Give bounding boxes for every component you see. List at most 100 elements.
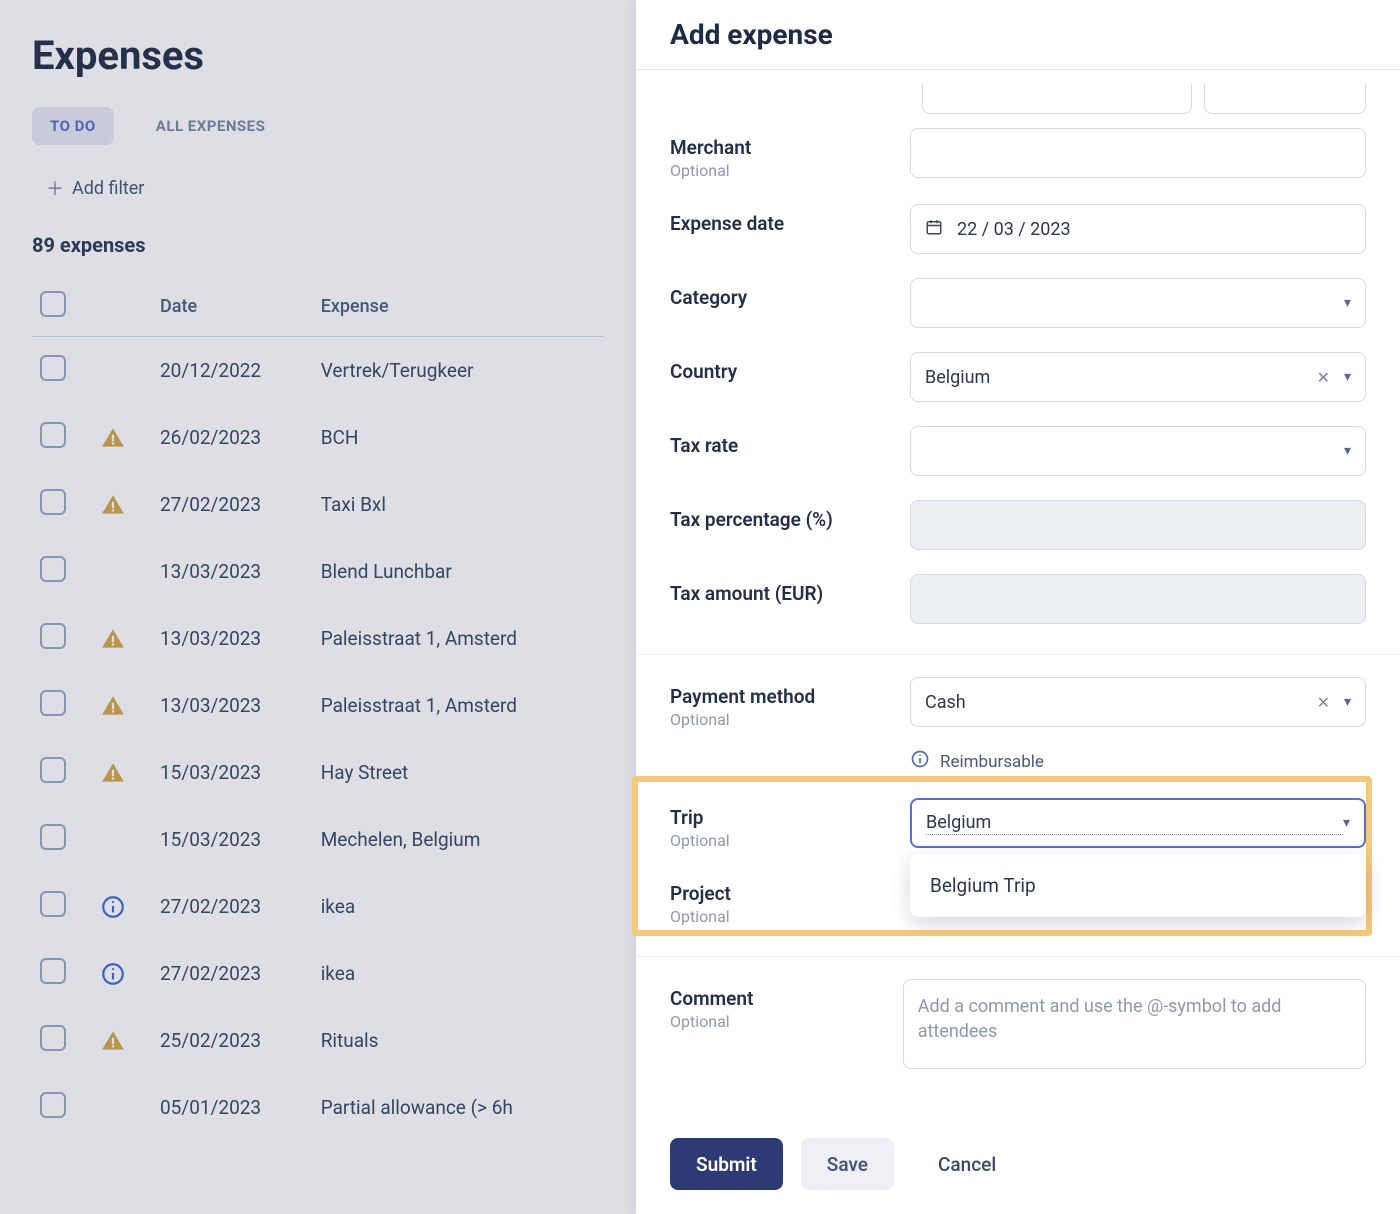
expense-date-label: Expense date <box>670 212 910 235</box>
clear-icon[interactable]: ✕ <box>1317 368 1330 387</box>
row-checkbox[interactable] <box>40 1092 66 1118</box>
add-filter-label: Add filter <box>72 178 144 199</box>
trip-optional: Optional <box>670 831 910 850</box>
tax-amount-label: Tax amount (EUR) <box>670 582 910 605</box>
row-date: 20/12/2022 <box>152 337 313 405</box>
payment-method-optional: Optional <box>670 710 910 729</box>
add-filter-button[interactable]: ＋ Add filter <box>32 165 158 211</box>
row-expense: Paleisstraat 1, Amsterd <box>313 605 604 672</box>
row-checkbox[interactable] <box>40 690 66 716</box>
currency-field-partial[interactable] <box>1204 84 1366 114</box>
chevron-down-icon: ▾ <box>1343 815 1350 831</box>
table-row[interactable]: 05/01/2023Partial allowance (> 6h <box>32 1074 604 1141</box>
row-date: 13/03/2023 <box>152 538 313 605</box>
trip-value: Belgium <box>926 812 1343 835</box>
trip-select[interactable]: Belgium ▾ <box>910 798 1366 848</box>
save-button[interactable]: Save <box>801 1138 894 1190</box>
payment-method-value: Cash <box>925 692 1317 713</box>
table-row[interactable]: 25/02/2023Rituals <box>32 1007 604 1074</box>
comment-optional: Optional <box>670 1012 903 1031</box>
country-select[interactable]: Belgium ✕ ▾ <box>910 352 1366 402</box>
merchant-label: Merchant <box>670 136 910 159</box>
tab-todo[interactable]: TO DO <box>32 107 114 145</box>
table-row[interactable]: 13/03/2023Blend Lunchbar <box>32 538 604 605</box>
row-checkbox[interactable] <box>40 623 66 649</box>
submit-button[interactable]: Submit <box>670 1138 783 1190</box>
clear-icon[interactable]: ✕ <box>1317 693 1330 712</box>
row-checkbox[interactable] <box>40 757 66 783</box>
row-date: 27/02/2023 <box>152 940 313 1007</box>
expense-date-value: 22 / 03 / 2023 <box>957 219 1071 240</box>
row-checkbox[interactable] <box>40 489 66 515</box>
row-expense: ikea <box>313 940 604 1007</box>
category-select[interactable]: ▾ <box>910 278 1366 328</box>
row-date: 15/03/2023 <box>152 739 313 806</box>
row-date: 13/03/2023 <box>152 605 313 672</box>
warning-icon <box>100 1028 144 1054</box>
expense-count: 89 expenses <box>32 233 604 257</box>
table-row[interactable]: 13/03/2023Paleisstraat 1, Amsterd <box>32 672 604 739</box>
row-date: 15/03/2023 <box>152 806 313 873</box>
row-date: 27/02/2023 <box>152 471 313 538</box>
table-row[interactable]: 27/02/2023ikea <box>32 873 604 940</box>
project-label: Project <box>670 882 910 905</box>
tax-percentage-label: Tax percentage (%) <box>670 508 910 531</box>
project-optional: Optional <box>670 907 910 926</box>
row-checkbox[interactable] <box>40 556 66 582</box>
row-expense: Taxi Bxl <box>313 471 604 538</box>
table-row[interactable]: 27/02/2023Taxi Bxl <box>32 471 604 538</box>
info-icon <box>910 749 930 774</box>
country-value: Belgium <box>925 367 1317 388</box>
table-row[interactable]: 27/02/2023ikea <box>32 940 604 1007</box>
add-expense-drawer: Add expense Merchant Optional <box>636 0 1400 1214</box>
tax-amount-input <box>910 574 1366 624</box>
warning-icon <box>100 760 144 786</box>
chevron-down-icon: ▾ <box>1344 694 1351 710</box>
row-expense: Partial allowance (> 6h <box>313 1074 604 1141</box>
merchant-optional: Optional <box>670 161 910 180</box>
row-expense: Paleisstraat 1, Amsterd <box>313 672 604 739</box>
row-checkbox[interactable] <box>40 422 66 448</box>
row-checkbox[interactable] <box>40 355 66 381</box>
warning-icon <box>100 492 144 518</box>
row-expense: Hay Street <box>313 739 604 806</box>
category-label: Category <box>670 286 910 309</box>
table-row[interactable]: 20/12/2022Vertrek/Terugkeer <box>32 337 604 405</box>
row-expense: Blend Lunchbar <box>313 538 604 605</box>
row-checkbox[interactable] <box>40 891 66 917</box>
row-checkbox[interactable] <box>40 824 66 850</box>
chevron-down-icon: ▾ <box>1344 369 1351 385</box>
cancel-button[interactable]: Cancel <box>912 1138 1022 1190</box>
select-all-checkbox[interactable] <box>40 291 66 317</box>
row-checkbox[interactable] <box>40 958 66 984</box>
page-title: Expenses <box>32 32 604 79</box>
payment-method-select[interactable]: Cash ✕ ▾ <box>910 677 1366 727</box>
expense-date-input[interactable]: 22 / 03 / 2023 <box>910 204 1366 254</box>
row-checkbox[interactable] <box>40 1025 66 1051</box>
amount-field-partial[interactable] <box>922 84 1192 114</box>
calendar-icon <box>925 218 943 241</box>
column-date[interactable]: Date <box>152 277 313 337</box>
tab-all-expenses[interactable]: ALL EXPENSES <box>138 107 284 145</box>
chevron-down-icon: ▾ <box>1344 295 1351 311</box>
tax-rate-select[interactable]: ▾ <box>910 426 1366 476</box>
table-row[interactable]: 26/02/2023BCH <box>32 404 604 471</box>
merchant-input[interactable] <box>910 128 1366 178</box>
trip-dropdown: Belgium Trip <box>910 854 1366 917</box>
table-row[interactable]: 15/03/2023Mechelen, Belgium <box>32 806 604 873</box>
trip-option-belgium-trip[interactable]: Belgium Trip <box>910 860 1366 911</box>
row-expense: Mechelen, Belgium <box>313 806 604 873</box>
warning-icon <box>100 626 144 652</box>
chevron-down-icon: ▾ <box>1344 443 1351 459</box>
comment-textarea[interactable]: Add a comment and use the @-symbol to ad… <box>903 979 1366 1069</box>
comment-label: Comment <box>670 987 903 1010</box>
warning-icon <box>100 425 144 451</box>
column-expense[interactable]: Expense <box>313 277 604 337</box>
tabs: TO DO ALL EXPENSES <box>32 107 604 145</box>
row-expense: Vertrek/Terugkeer <box>313 337 604 405</box>
table-row[interactable]: 15/03/2023Hay Street <box>32 739 604 806</box>
reimbursable-label: Reimbursable <box>940 752 1044 772</box>
expenses-table: Date Expense 20/12/2022Vertrek/Terugkeer… <box>32 277 604 1141</box>
plus-icon: ＋ <box>46 175 64 201</box>
table-row[interactable]: 13/03/2023Paleisstraat 1, Amsterd <box>32 605 604 672</box>
